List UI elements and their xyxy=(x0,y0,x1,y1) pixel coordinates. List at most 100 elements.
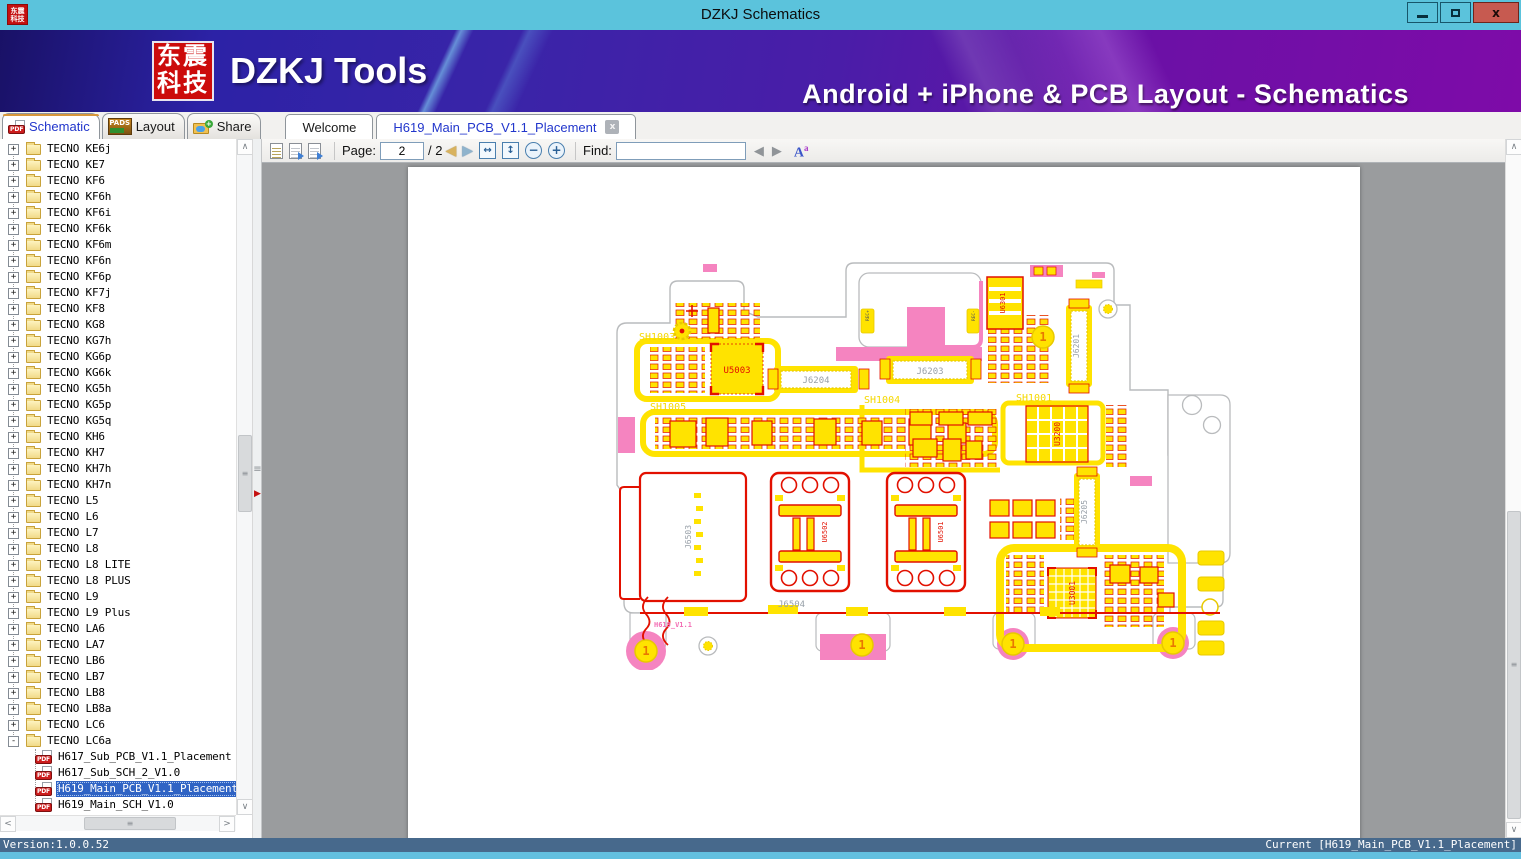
tree-item-folder[interactable]: + TECNO LB8 xyxy=(0,685,236,701)
tree-item-folder[interactable]: + TECNO KH7n xyxy=(0,477,236,493)
tab-layout[interactable]: PADS Layout xyxy=(101,113,185,139)
next-doc-icon[interactable] xyxy=(308,142,323,160)
expander-icon[interactable]: + xyxy=(8,719,19,731)
close-button[interactable]: x xyxy=(1473,2,1519,23)
tree-item-folder[interactable]: + TECNO KH6 xyxy=(0,429,236,445)
close-tab-icon[interactable]: x xyxy=(605,120,620,134)
scroll-up-icon[interactable]: ∧ xyxy=(237,139,253,155)
tab-welcome[interactable]: Welcome xyxy=(285,114,374,139)
panel-splitter[interactable]: ≡ ▶ xyxy=(252,139,262,838)
tree-scrollbar-thumb[interactable]: ≡ xyxy=(238,435,252,512)
tree-item-folder[interactable]: + TECNO KF6i xyxy=(0,205,236,221)
expander-icon[interactable]: + xyxy=(8,159,19,171)
tree-item-folder[interactable]: + TECNO LB7 xyxy=(0,669,236,685)
tree-item-folder[interactable]: - TECNO LC6a xyxy=(0,733,236,749)
expander-icon[interactable]: + xyxy=(8,495,19,507)
zoom-in-icon[interactable]: + xyxy=(548,142,566,159)
new-page-icon[interactable] xyxy=(270,142,283,159)
find-next-icon[interactable]: ▶ xyxy=(772,143,782,159)
tree-item-folder[interactable]: + TECNO L9 xyxy=(0,589,236,605)
expander-icon[interactable]: + xyxy=(8,431,19,443)
expander-icon[interactable]: + xyxy=(8,239,19,251)
document-scrollbar-thumb[interactable]: ≡ xyxy=(1507,511,1521,819)
expander-icon[interactable]: + xyxy=(8,687,19,699)
tree-item-file[interactable]: PDF H619_Main_PCB_V1.1_Placement xyxy=(0,781,236,797)
expander-icon[interactable]: + xyxy=(8,271,19,283)
tree-item-folder[interactable]: + TECNO L8 LITE xyxy=(0,557,236,573)
expander-icon[interactable]: - xyxy=(8,735,19,747)
expander-icon[interactable]: + xyxy=(8,191,19,203)
scroll-left-icon[interactable]: < xyxy=(0,816,16,832)
find-prev-icon[interactable]: ◀ xyxy=(754,143,764,159)
expander-icon[interactable]: + xyxy=(8,463,19,475)
expander-icon[interactable]: + xyxy=(8,639,19,651)
tree-item-folder[interactable]: + TECNO KG5h xyxy=(0,381,236,397)
expander-icon[interactable]: + xyxy=(8,399,19,411)
tree-item-folder[interactable]: + TECNO KF6h xyxy=(0,189,236,205)
expander-icon[interactable]: + xyxy=(8,575,19,587)
expander-icon[interactable]: + xyxy=(8,511,19,523)
prev-page-icon[interactable]: ◀ xyxy=(445,142,456,159)
fit-width-icon[interactable]: ↔ xyxy=(479,142,497,159)
tab-schematic[interactable]: PDF Schematic xyxy=(2,113,100,139)
tree-item-folder[interactable]: + TECNO KE6j xyxy=(0,141,236,157)
model-tree[interactable]: + TECNO KE6j + TECNO KE7 + TECNO KF6 + TECNO KF… xyxy=(0,139,236,815)
tree-item-folder[interactable]: + TECNO KF6 xyxy=(0,173,236,189)
prev-doc-icon[interactable] xyxy=(289,142,304,160)
tree-item-folder[interactable]: + TECNO KH7h xyxy=(0,461,236,477)
tree-item-folder[interactable]: + TECNO LA7 xyxy=(0,637,236,653)
expander-icon[interactable]: + xyxy=(8,143,19,155)
expander-icon[interactable]: + xyxy=(8,383,19,395)
tree-item-folder[interactable]: + TECNO KF6n xyxy=(0,253,236,269)
expander-icon[interactable]: + xyxy=(8,415,19,427)
tree-item-folder[interactable]: + TECNO KF8 xyxy=(0,301,236,317)
expander-icon[interactable]: + xyxy=(8,319,19,331)
expander-icon[interactable]: + xyxy=(8,671,19,683)
splitter-collapse-icon[interactable]: ▶ xyxy=(253,489,262,499)
expander-icon[interactable]: + xyxy=(8,591,19,603)
expander-icon[interactable]: + xyxy=(8,527,19,539)
expander-icon[interactable]: + xyxy=(8,207,19,219)
tree-item-folder[interactable]: + TECNO LA6 xyxy=(0,621,236,637)
expander-icon[interactable]: + xyxy=(8,367,19,379)
expander-icon[interactable]: + xyxy=(8,543,19,555)
tree-item-folder[interactable]: + TECNO KG8 xyxy=(0,317,236,333)
expander-icon[interactable]: + xyxy=(8,223,19,235)
document-vertical-scrollbar[interactable]: ∧ ≡ ∨ xyxy=(1505,139,1521,838)
tree-item-folder[interactable]: + TECNO LB6 xyxy=(0,653,236,669)
tree-item-folder[interactable]: + TECNO L7 xyxy=(0,525,236,541)
tab-share[interactable]: + Share xyxy=(186,113,262,139)
tree-item-folder[interactable]: + TECNO KF6m xyxy=(0,237,236,253)
document-viewport[interactable]: REC+ REC- U5003 J6204 J6203 J6201 J6205 … xyxy=(262,163,1505,838)
expander-icon[interactable]: + xyxy=(8,303,19,315)
expander-icon[interactable]: + xyxy=(8,607,19,619)
expander-icon[interactable]: + xyxy=(8,559,19,571)
tree-item-folder[interactable]: + TECNO KG6k xyxy=(0,365,236,381)
tree-item-file[interactable]: PDF H619_Main_SCH_V1.0 xyxy=(0,797,236,813)
font-settings-icon[interactable]: Aa xyxy=(794,141,809,161)
tree-vertical-scrollbar[interactable]: ∧ ≡ ∨ xyxy=(236,139,253,815)
expander-icon[interactable]: + xyxy=(8,351,19,363)
tree-item-folder[interactable]: + TECNO KG5q xyxy=(0,413,236,429)
tree-item-file[interactable]: PDF H617_Sub_SCH_2_V1.0 xyxy=(0,765,236,781)
fit-page-icon[interactable]: ↕ xyxy=(502,142,520,159)
tree-item-folder[interactable]: + TECNO L6 xyxy=(0,509,236,525)
tree-item-folder[interactable]: + TECNO KH7 xyxy=(0,445,236,461)
tree-hscrollbar-thumb[interactable]: ≡ xyxy=(84,817,176,830)
expander-icon[interactable]: + xyxy=(8,655,19,667)
maximize-button[interactable] xyxy=(1440,2,1471,23)
tree-item-folder[interactable]: + TECNO KG5p xyxy=(0,397,236,413)
tree-item-folder[interactable]: + TECNO KE7 xyxy=(0,157,236,173)
splitter-grip-icon[interactable]: ≡ xyxy=(253,465,262,475)
expander-icon[interactable]: + xyxy=(8,479,19,491)
tree-item-folder[interactable]: + TECNO L5 xyxy=(0,493,236,509)
tree-item-folder[interactable]: + TECNO L9 Plus xyxy=(0,605,236,621)
tree-item-folder[interactable]: + TECNO L8 PLUS xyxy=(0,573,236,589)
tree-item-folder[interactable]: + TECNO KF7j xyxy=(0,285,236,301)
next-page-icon[interactable]: ▶ xyxy=(462,142,473,159)
tab-document[interactable]: H619_Main_PCB_V1.1_Placement x xyxy=(376,114,637,139)
tree-item-file[interactable]: PDF H617_Sub_PCB_V1.1_Placement xyxy=(0,749,236,765)
tree-item-folder[interactable]: + TECNO LB8a xyxy=(0,701,236,717)
tree-item-folder[interactable]: + TECNO LC6 xyxy=(0,717,236,733)
tree-item-folder[interactable]: + TECNO L8 xyxy=(0,541,236,557)
